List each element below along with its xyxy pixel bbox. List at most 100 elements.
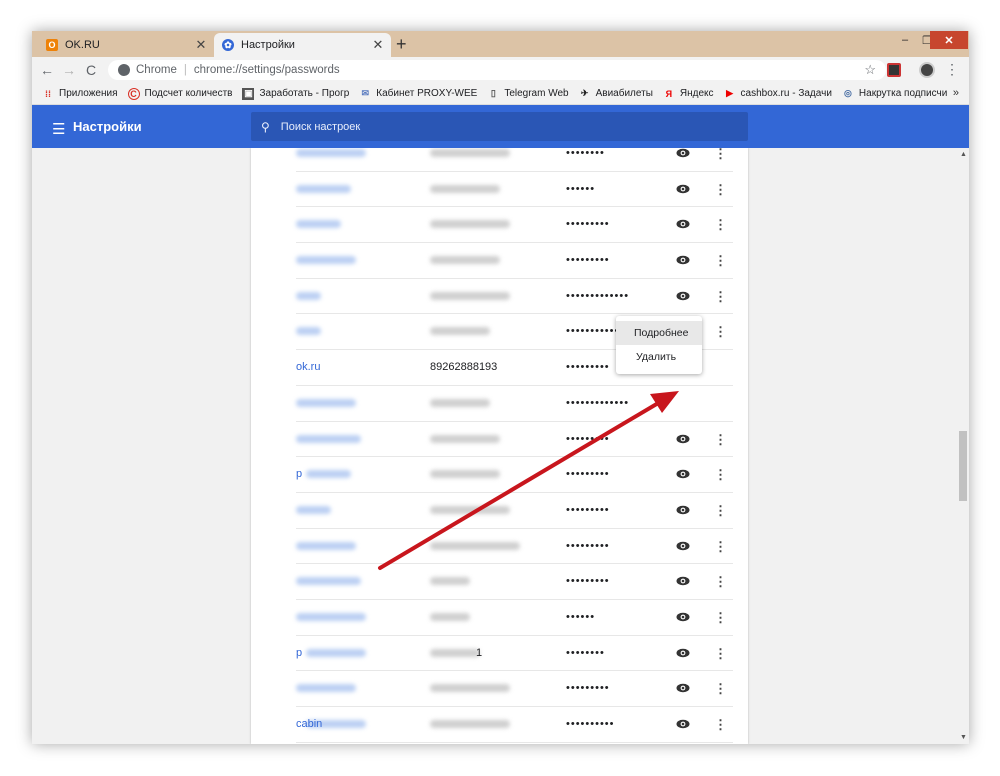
password-context-menu: Подробнее Удалить bbox=[616, 316, 702, 374]
blurred-username bbox=[430, 149, 510, 157]
blurred-site bbox=[296, 505, 331, 514]
browser-menu-icon[interactable]: ⋮ bbox=[945, 61, 959, 78]
tab-settings[interactable]: ✿ Настройки ✕ bbox=[214, 33, 391, 57]
site-link[interactable]: ok.ru bbox=[296, 350, 320, 385]
blurred-site bbox=[296, 684, 356, 693]
show-password-icon[interactable] bbox=[676, 469, 690, 479]
show-password-icon[interactable] bbox=[676, 434, 690, 444]
bookmark-label: Подсчет количеств bbox=[144, 88, 233, 99]
scroll-down-icon[interactable]: ▼ bbox=[960, 734, 967, 741]
password-row: ••••••••• ⋮ bbox=[296, 493, 733, 529]
bookmark-apps[interactable]: ⁞⁞ Приложения bbox=[42, 88, 118, 100]
show-password-icon[interactable] bbox=[676, 612, 690, 622]
password-row: ••••••••••••• bbox=[296, 386, 733, 422]
site-link[interactable]: p bbox=[296, 457, 302, 492]
blurred-site bbox=[296, 577, 361, 586]
passwords-card: •••••••• ⋮ •••••• ⋮ ••••••••• ⋮ ••••••••• ⋮ ••••… bbox=[251, 148, 748, 744]
ok-icon: О bbox=[46, 39, 58, 51]
password-mask: ••••••••• bbox=[566, 575, 610, 588]
blurred-username bbox=[430, 541, 520, 550]
show-password-icon[interactable] bbox=[676, 184, 690, 194]
more-actions-icon[interactable]: ⋮ bbox=[714, 600, 727, 635]
chrome-label: Chrome bbox=[136, 64, 177, 76]
settings-search-input[interactable]: ⚲ Поиск настроек bbox=[251, 112, 748, 141]
blurred-username bbox=[430, 720, 510, 728]
tab-title: Настройки bbox=[241, 39, 295, 51]
tab-ok-ru[interactable]: О OK.RU ✕ bbox=[38, 33, 214, 57]
tab-strip: О OK.RU ✕ ✿ Настройки ✕ + – ❐ ✕ bbox=[32, 31, 969, 57]
minimize-button[interactable]: – bbox=[894, 31, 916, 49]
password-mask: •••••• bbox=[566, 182, 596, 195]
bookmark-star-icon[interactable]: ☆ bbox=[864, 62, 876, 78]
reload-button[interactable]: C bbox=[80, 62, 102, 78]
show-password-icon[interactable] bbox=[676, 541, 690, 551]
show-password-icon[interactable] bbox=[676, 219, 690, 229]
show-password-icon[interactable] bbox=[676, 291, 690, 301]
bookmark-label: Яндекс bbox=[679, 88, 714, 99]
more-actions-icon[interactable]: ⋮ bbox=[714, 564, 727, 599]
globe-icon: ◎ bbox=[843, 88, 852, 98]
password-row: ••••••••• ⋮ bbox=[296, 207, 733, 244]
scrollbar[interactable]: ▲ ▼ bbox=[957, 148, 969, 744]
more-actions-icon[interactable]: ⋮ bbox=[714, 707, 727, 742]
show-password-icon[interactable] bbox=[676, 648, 690, 658]
show-password-icon[interactable] bbox=[676, 148, 690, 158]
hamburger-menu-icon[interactable]: ☰ bbox=[52, 120, 65, 138]
new-tab-button[interactable]: + bbox=[396, 35, 407, 53]
show-password-icon[interactable] bbox=[676, 719, 690, 729]
show-password-icon[interactable] bbox=[676, 576, 690, 586]
bookmarks-more-icon[interactable]: » bbox=[953, 87, 959, 99]
bookmark-counter[interactable]: C Подсчет количеств bbox=[127, 87, 233, 100]
close-window-button[interactable]: ✕ bbox=[930, 31, 968, 49]
site-link[interactable]: cabin bbox=[296, 707, 322, 742]
more-actions-icon[interactable]: ⋮ bbox=[714, 493, 727, 528]
address-bar[interactable]: Chrome | chrome://settings/passwords ☆ bbox=[108, 60, 886, 80]
username: 89262888193 bbox=[430, 361, 498, 374]
tab-close-icon[interactable]: ✕ bbox=[369, 37, 387, 53]
more-actions-icon[interactable]: ⋮ bbox=[714, 314, 727, 349]
url-text[interactable]: chrome://settings/passwords bbox=[194, 64, 340, 76]
more-actions-icon[interactable]: ⋮ bbox=[714, 148, 727, 171]
blurred-username bbox=[430, 505, 510, 514]
show-password-icon[interactable] bbox=[676, 505, 690, 515]
scroll-up-icon[interactable]: ▲ bbox=[960, 151, 967, 158]
page-icon: ▣ bbox=[242, 87, 255, 100]
more-actions-icon[interactable]: ⋮ bbox=[714, 457, 727, 492]
bookmark-yandex[interactable]: Я Яндекс bbox=[663, 88, 714, 100]
more-actions-icon[interactable]: ⋮ bbox=[714, 172, 727, 207]
scrollbar-thumb[interactable] bbox=[959, 431, 967, 501]
bookmark-followers[interactable]: ◎ Накрутка подписчи bbox=[842, 88, 947, 100]
tab-close-icon[interactable]: ✕ bbox=[192, 37, 210, 53]
more-actions-icon[interactable]: ⋮ bbox=[714, 207, 727, 242]
bookmark-avia[interactable]: ✈ Авиабилеты bbox=[579, 88, 653, 100]
bookmark-label: Кабинет PROXY-WEE bbox=[376, 88, 478, 99]
password-row: ••••••••••••• ⋮ bbox=[296, 279, 733, 315]
delete-menu-item[interactable]: Удалить bbox=[616, 345, 702, 369]
password-row: ••••••••• ⋮ bbox=[296, 422, 733, 458]
profile-avatar[interactable] bbox=[919, 62, 935, 78]
blurred-username bbox=[430, 291, 510, 300]
bookmark-telegram[interactable]: ▯ Telegram Web bbox=[487, 88, 569, 100]
bookmark-cashbox[interactable]: ▶ cashbox.ru - Задачи bbox=[724, 88, 832, 100]
bookmark-label: Telegram Web bbox=[504, 88, 569, 99]
site-link[interactable]: p bbox=[296, 636, 302, 671]
details-menu-item[interactable]: Подробнее bbox=[616, 321, 702, 345]
gear-icon: ✿ bbox=[222, 39, 234, 51]
blurred-site bbox=[296, 220, 341, 229]
bookmark-proxy[interactable]: ✉ Кабинет PROXY-WEE bbox=[359, 88, 478, 100]
back-button[interactable]: ← bbox=[36, 62, 58, 78]
more-actions-icon[interactable]: ⋮ bbox=[714, 422, 727, 457]
more-actions-icon[interactable]: ⋮ bbox=[714, 279, 727, 314]
show-password-icon[interactable] bbox=[676, 255, 690, 265]
show-password-icon[interactable] bbox=[676, 683, 690, 693]
bookmark-earn[interactable]: ▣ Заработать - Прогр bbox=[242, 87, 349, 100]
forward-button[interactable]: → bbox=[58, 62, 80, 78]
more-actions-icon[interactable]: ⋮ bbox=[714, 671, 727, 706]
more-actions-icon[interactable]: ⋮ bbox=[714, 636, 727, 671]
more-actions-icon[interactable]: ⋮ bbox=[714, 243, 727, 278]
extension-icon[interactable] bbox=[887, 63, 901, 77]
document-icon: ▯ bbox=[490, 88, 496, 98]
password-mask: ••••••••• bbox=[566, 361, 610, 374]
more-actions-icon[interactable]: ⋮ bbox=[714, 529, 727, 564]
toolbar: ← → C Chrome | chrome://settings/passwor… bbox=[32, 57, 969, 83]
